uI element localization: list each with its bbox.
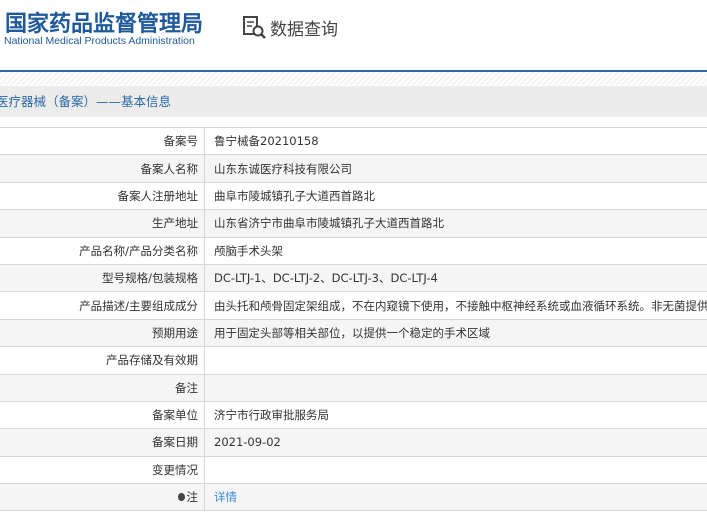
row-value [204, 346, 707, 375]
row-value [204, 373, 707, 402]
row-value: 由头托和颅骨固定架组成，不在内窥镜下使用，不接触中枢神经系统或血液循环系统。非无… [204, 291, 707, 320]
table-row: 预期用途 用于固定头部等相关部位，以提供一个稳定的手术区域 [0, 318, 707, 348]
row-label: 型号规格/包装规格 [0, 263, 205, 293]
row-value-text: 鲁宁械备20210158 [214, 134, 319, 149]
row-value-text: 用于固定头部等相关部位，以提供一个稳定的手术区域 [214, 325, 490, 340]
data-query-label: 数据查询 [270, 19, 338, 40]
table-row: 备案人名称 山东东诚医疗科技有限公司 [0, 154, 707, 183]
row-value-text: 济宁市行政审批服务局 [214, 408, 329, 423]
row-value-text: 颅脑手术头架 [214, 243, 283, 258]
row-label: 备案号 [0, 126, 205, 156]
row-label-text: 预期用途 [152, 325, 198, 340]
table-row: 备案日期 2021-09-02 [0, 428, 707, 457]
row-value: 济宁市行政审批服务局 [204, 400, 707, 430]
row-value-text: 曲阜市陵城镇孔子大道西首路北 [214, 188, 375, 203]
row-label: 注 [0, 483, 205, 512]
row-value-text: 山东东诚医疗科技有限公司 [214, 161, 352, 176]
row-label-text: 备案日期 [152, 435, 198, 450]
logo-en: National Medical Products Administration [4, 35, 195, 47]
row-value-text: DC-LTJ-1、DC-LTJ-2、DC-LTJ-3、DC-LTJ-4 [214, 271, 438, 286]
table-row: 型号规格/包装规格 DC-LTJ-1、DC-LTJ-2、DC-LTJ-3、DC-L… [0, 263, 707, 293]
row-value: 山东东诚医疗科技有限公司 [204, 154, 707, 183]
table-row: 注 详情 [0, 483, 707, 512]
section-title: 医疗器械（备案）——基本信息 [0, 86, 707, 117]
table-row: 产品描述/主要组成成分 由头托和颅骨固定架组成，不在内窥镜下使用，不接触中枢神经系… [0, 291, 707, 320]
row-label-text: 备案人注册地址 [117, 188, 199, 203]
row-label: 备案日期 [0, 428, 205, 457]
detail-table: 备案号 鲁宁械备20210158 备案人名称 山东东诚医疗科技有限公司 备案人注册地址曲… [0, 126, 707, 512]
row-label: 备案单位 [0, 400, 205, 430]
table-row: 备案号 鲁宁械备20210158 [0, 126, 707, 156]
search-document-icon [243, 16, 266, 39]
row-value: 鲁宁械备20210158 [204, 126, 707, 156]
row-label: 备案人注册地址 [0, 181, 205, 211]
row-value-text: 由头托和颅骨固定架组成，不在内窥镜下使用，不接触中枢神经系统或血液循环系统。非无… [214, 298, 707, 313]
row-label-text: 备案号 [163, 134, 199, 149]
row-value: 颅脑手术头架 [204, 236, 707, 265]
row-value: 详情 [204, 483, 707, 512]
row-value: 山东省济宁市曲阜市陵城镇孔子大道西首路北 [204, 209, 707, 238]
table-row: 产品存储及有效期 [0, 346, 707, 375]
table-row: 生产地址 山东省济宁市曲阜市陵城镇孔子大道西首路北 [0, 209, 707, 238]
logo-cn: 国家药品监督管理局 [5, 12, 204, 37]
row-label-text: 变更情况 [152, 462, 198, 477]
row-label: 备案人名称 [0, 154, 205, 183]
pin-icon [177, 493, 185, 502]
table-row: 变更情况 [0, 455, 707, 485]
row-value: DC-LTJ-1、DC-LTJ-2、DC-LTJ-3、DC-LTJ-4 [204, 263, 707, 293]
row-label-text: 产品描述/主要组成成分 [79, 298, 198, 313]
row-label-text: 型号规格/包装规格 [102, 271, 198, 286]
row-label-text: 备案人名称 [140, 161, 199, 176]
row-label: 生产地址 [0, 209, 205, 238]
table-row: 产品名称/产品分类名称 颅脑手术头架 [0, 236, 707, 265]
row-value: 用于固定头部等相关部位，以提供一个稳定的手术区域 [204, 318, 707, 348]
row-label: 产品描述/主要组成成分 [0, 291, 205, 320]
data-query-link[interactable]: 数据查询 [242, 14, 338, 40]
row-value-text: 山东省济宁市曲阜市陵城镇孔子大道西首路北 [214, 216, 444, 231]
row-label-text: 备案单位 [152, 408, 198, 423]
stripe-band [0, 72, 707, 85]
row-value: 曲阜市陵城镇孔子大道西首路北 [204, 181, 707, 211]
row-label: 变更情况 [0, 455, 205, 485]
row-label-text: 备注 [175, 380, 198, 395]
details-link[interactable]: 详情 [214, 490, 237, 504]
row-label-text: 生产地址 [152, 216, 198, 231]
row-label-text: 产品名称/产品分类名称 [79, 243, 198, 258]
row-label: 产品存储及有效期 [0, 346, 205, 375]
row-label: 预期用途 [0, 318, 205, 348]
row-label-text: 注 [186, 490, 199, 505]
row-value: 2021-09-02 [204, 428, 707, 457]
table-row: 备注 [0, 373, 707, 402]
table-row: 备案人注册地址 曲阜市陵城镇孔子大道西首路北 [0, 181, 707, 211]
row-label-text: 产品存储及有效期 [106, 353, 198, 368]
row-value [204, 455, 707, 485]
row-value-text: 2021-09-02 [214, 435, 281, 450]
row-label: 产品名称/产品分类名称 [0, 236, 205, 265]
table-row: 备案单位 济宁市行政审批服务局 [0, 400, 707, 430]
row-label: 备注 [0, 373, 205, 402]
